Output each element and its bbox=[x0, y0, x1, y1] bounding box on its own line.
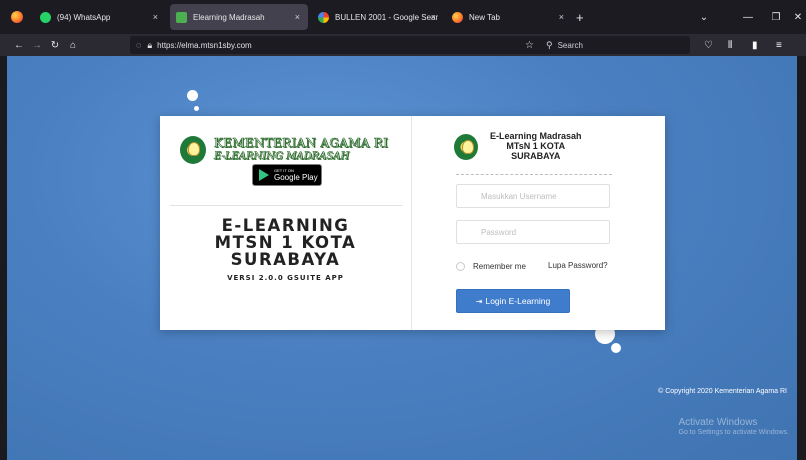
activate-windows-watermark: Activate Windows Go to Settings to activ… bbox=[679, 417, 790, 436]
brand-subtitle: E-LEARNING MADRASAH bbox=[214, 151, 350, 163]
brand-text: KEMENTERIAN AGAMA RI E-LEARNING MADRASAH bbox=[214, 136, 389, 163]
page-background: KEMENTERIAN AGAMA RI E-LEARNING MADRASAH… bbox=[7, 56, 797, 460]
search-bar[interactable]: ⚲ Search bbox=[538, 36, 690, 54]
tab-whatsapp[interactable]: (94) WhatsApp × bbox=[34, 4, 166, 30]
close-tab-icon[interactable]: × bbox=[431, 12, 436, 22]
close-tab-icon[interactable]: × bbox=[559, 12, 564, 22]
decorative-bubble bbox=[194, 106, 199, 111]
firefox-logo-icon[interactable] bbox=[4, 4, 30, 30]
pocket-icon[interactable]: ♡ bbox=[704, 40, 713, 51]
form-title-line: MTsN 1 KOTA bbox=[506, 141, 566, 151]
dashed-divider bbox=[456, 174, 612, 175]
ministry-brand: KEMENTERIAN AGAMA RI E-LEARNING MADRASAH bbox=[180, 136, 388, 164]
tab-title: New Tab bbox=[469, 12, 500, 22]
close-tab-icon[interactable]: × bbox=[153, 12, 158, 22]
sidebar-icon[interactable]: ▮ bbox=[752, 40, 758, 51]
username-field[interactable]: Masukkan Username bbox=[456, 184, 610, 208]
login-button[interactable]: ⇥ Login E-Learning bbox=[456, 289, 570, 313]
google-play-big-text: Google Play bbox=[274, 173, 318, 182]
google-icon bbox=[318, 11, 329, 23]
screen: (94) WhatsApp × Elearning Madrasah × BUL… bbox=[0, 0, 806, 460]
form-title: E-Learning Madrasah MTsN 1 KOTA SURABAYA bbox=[490, 131, 582, 161]
form-title-line: E-Learning Madrasah bbox=[490, 131, 582, 141]
elearning-favicon-icon bbox=[176, 11, 187, 23]
browser-nav-bar: ← → ↻ ⌂ ◌ 🔒︎ https://elma.mtsn1sby.com ☆… bbox=[0, 34, 806, 56]
restore-icon[interactable]: ❐ bbox=[762, 12, 790, 23]
brand-ministry-name: KEMENTERIAN AGAMA RI bbox=[214, 136, 389, 151]
search-placeholder: Search bbox=[557, 40, 583, 50]
remember-me-label: Remember me bbox=[473, 262, 526, 271]
decorative-bubble bbox=[611, 343, 621, 353]
close-window-icon[interactable]: ✕ bbox=[790, 12, 806, 23]
school-title-line: SURABAYA bbox=[230, 250, 341, 269]
tab-title: (94) WhatsApp bbox=[57, 12, 111, 22]
library-icon[interactable]: ⫴ bbox=[728, 40, 732, 51]
forgot-password-link[interactable]: Lupa Password? bbox=[548, 261, 608, 270]
minimize-icon[interactable]: — bbox=[734, 12, 762, 23]
new-tab-button[interactable]: + bbox=[576, 10, 584, 25]
forward-icon[interactable]: → bbox=[28, 40, 46, 51]
list-all-tabs-icon[interactable]: ⌄ bbox=[674, 12, 734, 23]
password-field[interactable]: Password bbox=[456, 220, 610, 244]
form-header: E-Learning Madrasah MTsN 1 KOTA SURABAYA bbox=[454, 131, 582, 161]
school-title-line: E-LEARNING bbox=[221, 216, 350, 235]
login-form: E-Learning Madrasah MTsN 1 KOTA SURABAYA… bbox=[412, 116, 665, 330]
reload-icon[interactable]: ↻ bbox=[46, 40, 64, 51]
search-icon: ⚲ bbox=[546, 39, 553, 50]
login-button-label: Login E-Learning bbox=[485, 296, 551, 306]
form-title-line: SURABAYA bbox=[511, 151, 561, 161]
login-card: KEMENTERIAN AGAMA RI E-LEARNING MADRASAH… bbox=[160, 116, 665, 330]
firefox-favicon-icon bbox=[452, 11, 463, 23]
browser-tab-bar: (94) WhatsApp × Elearning Madrasah × BUL… bbox=[0, 0, 806, 34]
kemenag-emblem-icon bbox=[180, 136, 206, 164]
tab-elearning[interactable]: Elearning Madrasah × bbox=[170, 4, 308, 30]
divider bbox=[170, 205, 403, 206]
lock-icon[interactable]: 🔒︎ bbox=[147, 40, 152, 51]
password-placeholder: Password bbox=[481, 227, 517, 237]
close-tab-icon[interactable]: × bbox=[295, 12, 300, 22]
school-title: E-LEARNING MTSN 1 KOTA SURABAYA bbox=[160, 217, 411, 268]
kemenag-emblem-icon bbox=[454, 134, 478, 160]
remember-me[interactable]: Remember me bbox=[456, 262, 526, 271]
google-play-icon bbox=[259, 169, 269, 181]
version-label: VERSI 2.0.0 GSUITE APP bbox=[227, 274, 344, 282]
back-icon[interactable]: ← bbox=[10, 40, 28, 51]
url-bar[interactable]: ◌ 🔒︎ https://elma.mtsn1sby.com ☆ bbox=[130, 36, 548, 54]
google-play-text: GET IT ON Google Play bbox=[274, 168, 318, 182]
decorative-bubble bbox=[187, 90, 198, 101]
copyright-text: © Copyright 2020 Kementerian Agama RI bbox=[658, 388, 787, 395]
google-play-badge[interactable]: GET IT ON Google Play bbox=[252, 164, 322, 186]
menu-icon[interactable]: ≡ bbox=[776, 40, 782, 51]
sign-in-icon: ⇥ bbox=[475, 296, 483, 306]
remember-me-radio[interactable] bbox=[456, 262, 465, 271]
tab-title: Elearning Madrasah bbox=[193, 12, 265, 22]
activate-windows-title: Activate Windows bbox=[678, 417, 758, 428]
bookmark-star-icon[interactable]: ☆ bbox=[525, 40, 534, 51]
home-icon[interactable]: ⌂ bbox=[64, 40, 82, 51]
shield-icon[interactable]: ◌ bbox=[136, 40, 141, 50]
username-placeholder: Masukkan Username bbox=[481, 191, 557, 201]
tab-google-search[interactable]: BULLEN 2001 - Google Search × bbox=[312, 4, 444, 30]
tab-new-tab[interactable]: New Tab × bbox=[446, 4, 572, 30]
window-controls: ⌄ — ❐ ✕ bbox=[674, 0, 806, 34]
url-text[interactable]: https://elma.mtsn1sby.com bbox=[157, 41, 252, 50]
school-title-line: MTSN 1 KOTA bbox=[214, 233, 357, 252]
login-card-branding: KEMENTERIAN AGAMA RI E-LEARNING MADRASAH… bbox=[160, 116, 412, 330]
whatsapp-icon bbox=[40, 11, 51, 23]
tab-title: BULLEN 2001 - Google Search bbox=[335, 12, 438, 22]
activate-windows-subtitle: Go to Settings to activate Windows. bbox=[678, 429, 790, 436]
